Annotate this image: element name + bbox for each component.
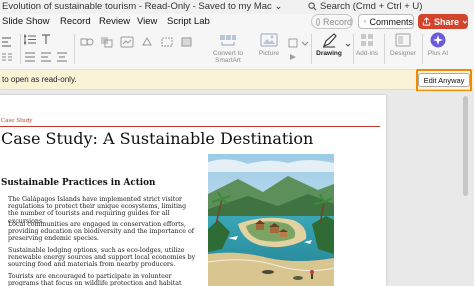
picture-label: Picture xyxy=(258,50,280,57)
search-box[interactable]: Search (Cmd + Ctrl + U) xyxy=(308,1,422,12)
screenshot-icon[interactable] xyxy=(288,38,298,48)
search-icon xyxy=(308,2,317,11)
pen-slot xyxy=(330,28,336,50)
tab-record[interactable]: Record xyxy=(60,16,91,27)
tab-slide-show[interactable]: Slide Show xyxy=(2,16,50,27)
smartart-icon xyxy=(220,35,236,46)
share-label: Share xyxy=(433,16,459,27)
columns-icon[interactable] xyxy=(2,52,12,62)
island-illustration xyxy=(208,154,334,286)
drawing-button[interactable]: Drawing xyxy=(314,32,344,57)
picture-icon xyxy=(260,33,278,47)
tab-view[interactable]: View xyxy=(137,16,157,27)
video-icon[interactable] xyxy=(288,52,298,62)
arrange-icon[interactable] xyxy=(100,36,114,48)
addins-label: Add-ins xyxy=(355,50,379,57)
page-title: Case Study: A Sustainable Destination xyxy=(1,129,314,148)
ribbon-divider xyxy=(74,34,75,64)
section-heading: Sustainable Practices in Action xyxy=(1,178,156,188)
window-titlebar: Evolution of sustainable tourism - Read-… xyxy=(0,0,474,14)
picture-button[interactable]: Picture xyxy=(256,32,282,57)
text-direction-icon[interactable] xyxy=(40,34,52,45)
notification-message: to open as read-only. xyxy=(2,75,77,84)
shape-effects-icon[interactable] xyxy=(180,36,194,48)
chevron-down-icon[interactable] xyxy=(345,42,351,48)
kicker-divider xyxy=(0,126,380,127)
drawing-label: Drawing xyxy=(316,50,342,57)
read-only-notification: to open as read-only. Edit Anyway xyxy=(0,70,474,90)
ribbon-divider xyxy=(422,34,423,64)
convert-to-smartart-button[interactable]: Convert to SmartArt xyxy=(210,32,246,64)
designer-button[interactable]: Designer xyxy=(388,32,418,57)
plus-ai-label: Plus AI xyxy=(427,50,449,57)
shapes-icon[interactable] xyxy=(80,36,94,48)
kicker-label: Case Study xyxy=(1,118,33,124)
ribbon-divider xyxy=(311,34,312,64)
plus-ai-icon xyxy=(430,32,446,48)
shape-fill-icon[interactable] xyxy=(140,36,154,48)
align-icon[interactable] xyxy=(2,36,12,48)
paragraph-4: Tourists are encouraged to participate i… xyxy=(8,273,182,286)
justify-icon[interactable] xyxy=(40,52,52,62)
addins-icon xyxy=(361,34,373,46)
search-placeholder: Search (Cmd + Ctrl + U) xyxy=(320,1,423,12)
convert-to-smartart-label: Convert to SmartArt xyxy=(213,50,243,64)
tab-review[interactable]: Review xyxy=(99,16,130,27)
share-icon xyxy=(422,17,431,26)
comment-icon xyxy=(364,20,367,23)
vertical-scrollbar[interactable] xyxy=(463,96,468,196)
document-page[interactable]: Case Study Case Study: A Sustainable Des… xyxy=(0,95,386,286)
designer-icon xyxy=(395,33,411,47)
paragraph-3: Sustainable lodging options, such as eco… xyxy=(8,247,196,269)
chevron-down-icon xyxy=(462,20,468,24)
ribbon: Convert to SmartArt Picture Drawing Add-… xyxy=(0,30,474,70)
comments-label: Comments xyxy=(369,16,413,27)
ribbon-tabs: Slide Show Record Review View Script Lab… xyxy=(0,14,474,30)
share-button[interactable]: Share xyxy=(418,14,468,29)
record-button[interactable]: Record xyxy=(311,14,353,29)
quick-styles-icon[interactable] xyxy=(120,36,134,48)
align-text-icon[interactable] xyxy=(24,52,36,62)
addins-button[interactable]: Add-ins xyxy=(352,32,382,57)
line-spacing-icon[interactable] xyxy=(24,34,36,45)
plus-ai-button[interactable]: Plus AI xyxy=(426,32,450,57)
edit-anyway-button[interactable]: Edit Anyway xyxy=(418,73,470,87)
comments-button[interactable]: Comments xyxy=(358,14,414,29)
record-label: Record xyxy=(322,16,352,27)
ribbon-divider xyxy=(384,34,385,64)
document-title[interactable]: Evolution of sustainable tourism - Read-… xyxy=(2,1,282,12)
chevron-down-icon[interactable] xyxy=(300,38,310,48)
paragraph-settings-icon[interactable] xyxy=(56,52,68,62)
paragraph-2: Local communities are engaged in conserv… xyxy=(8,221,195,243)
record-icon xyxy=(316,17,320,26)
shape-outline-icon[interactable] xyxy=(160,36,174,48)
ribbon-divider xyxy=(20,34,21,64)
tab-script-lab[interactable]: Script Lab xyxy=(167,16,210,27)
designer-label: Designer xyxy=(389,50,416,57)
